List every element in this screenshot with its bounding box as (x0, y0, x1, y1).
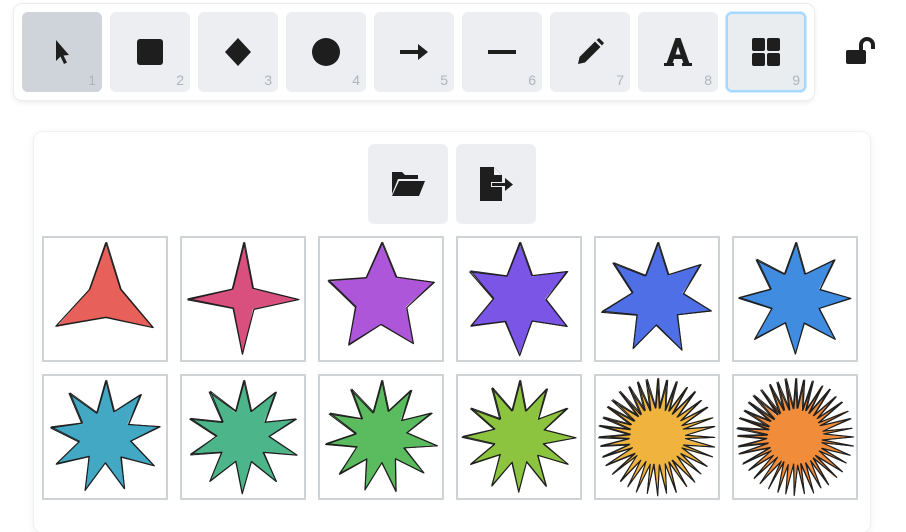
star-3-icon (55, 241, 154, 329)
shape-toolbar: 1 2 3 4 5 6 7 8 9 (14, 4, 814, 100)
star-7-icon (601, 241, 713, 351)
star-8-icon (738, 241, 852, 355)
star-5-icon (327, 241, 436, 346)
library-item-5-point-star[interactable] (318, 236, 444, 362)
star-9-icon (49, 379, 161, 492)
star-4-icon (187, 241, 300, 355)
library-item-36-point-star[interactable] (594, 374, 720, 500)
pencil-icon (578, 38, 604, 64)
export-library-button[interactable] (456, 144, 536, 224)
library-item-7-point-star[interactable] (594, 236, 720, 362)
tool-text[interactable]: 8 (638, 12, 718, 92)
grid-icon (752, 38, 780, 66)
tool-selection[interactable]: 1 (22, 12, 102, 92)
library-item-3-point-star[interactable] (42, 236, 168, 362)
star-11-icon (325, 379, 438, 493)
library-item-10-point-star[interactable] (180, 374, 306, 500)
library-item-12-point-star[interactable] (456, 374, 582, 500)
open-folder-icon (392, 172, 425, 196)
file-export-icon (480, 167, 513, 201)
tool-ellipse[interactable]: 4 (286, 12, 366, 92)
library-item-11-point-star[interactable] (318, 374, 444, 500)
library-item-40-point-star[interactable] (732, 374, 858, 500)
shortcut-key: 1 (88, 72, 96, 88)
tool-draw[interactable]: 7 (550, 12, 630, 92)
tool-line[interactable]: 6 (462, 12, 542, 92)
shortcut-key: 9 (792, 72, 800, 88)
library-item-4-point-star[interactable] (180, 236, 306, 362)
cursor-arrow-icon (56, 40, 69, 64)
text-A-icon (664, 38, 692, 66)
lock-toggle[interactable] (844, 36, 878, 70)
line-icon (488, 50, 516, 54)
shortcut-key: 2 (176, 72, 184, 88)
shortcut-key: 7 (616, 72, 624, 88)
library-item-9-point-star[interactable] (42, 374, 168, 500)
library-item-8-point-star[interactable] (732, 236, 858, 362)
shortcut-key: 3 (264, 72, 272, 88)
load-library-button[interactable] (368, 144, 448, 224)
star-10-icon (189, 379, 298, 495)
star-12-icon (461, 379, 577, 493)
arrow-right-icon (400, 44, 428, 60)
star-40-icon (736, 377, 855, 497)
square-icon (137, 39, 163, 65)
shortcut-key: 5 (440, 72, 448, 88)
shortcut-key: 6 (528, 72, 536, 88)
tool-rectangle[interactable]: 2 (110, 12, 190, 92)
star-6-icon (469, 241, 569, 357)
library-item-6-point-star[interactable] (456, 236, 582, 362)
circle-icon (312, 38, 340, 66)
diamond-icon (225, 38, 251, 66)
tool-diamond[interactable]: 3 (198, 12, 278, 92)
tool-arrow[interactable]: 5 (374, 12, 454, 92)
shortcut-key: 8 (704, 72, 712, 88)
tool-library[interactable]: 9 (726, 12, 806, 92)
shortcut-key: 4 (352, 72, 360, 88)
star-36-icon (598, 377, 716, 497)
unlocked-padlock-icon (846, 37, 875, 64)
